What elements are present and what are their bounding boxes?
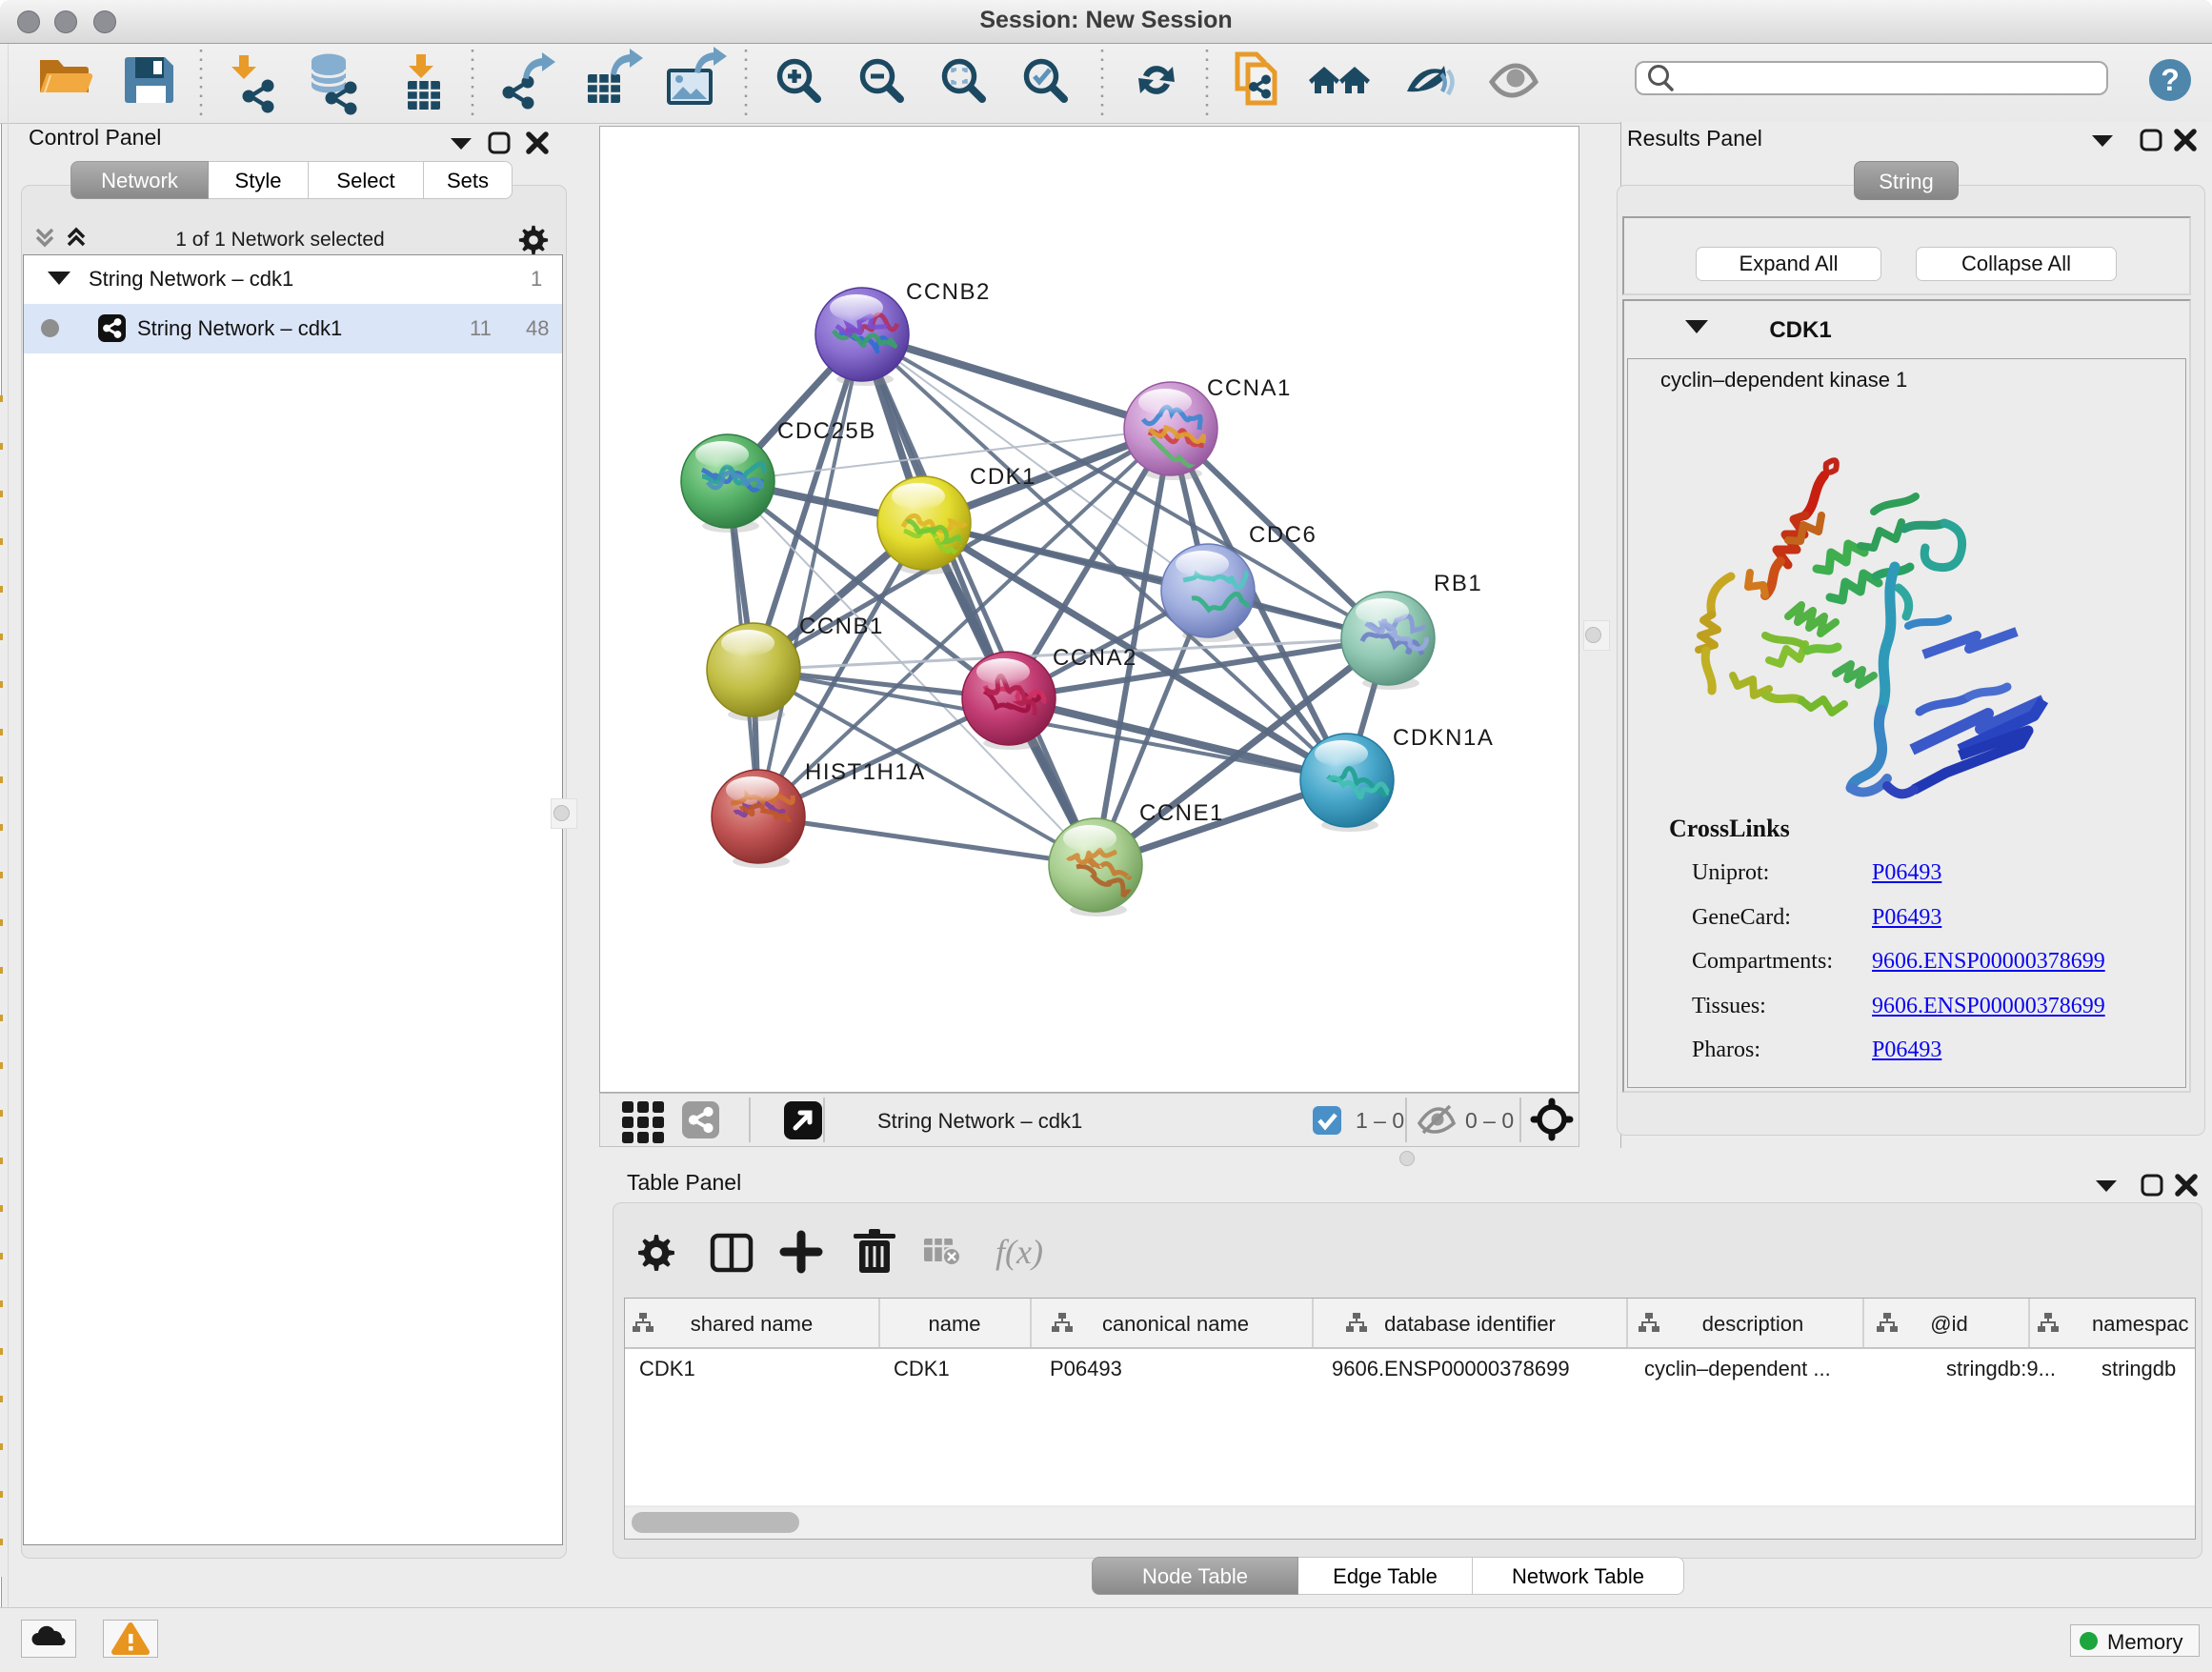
- svg-text:cyclin–dependent ...: cyclin–dependent ...: [1644, 1357, 1831, 1380]
- svg-text:1 – 0: 1 – 0: [1356, 1108, 1404, 1133]
- svg-text:HIST1H1A: HIST1H1A: [805, 759, 926, 785]
- svg-text:description: description: [1702, 1312, 1803, 1336]
- svg-text:canonical name: canonical name: [1102, 1312, 1249, 1336]
- svg-text:CCNA2: CCNA2: [1053, 645, 1137, 671]
- svg-text:CDC25B: CDC25B: [777, 418, 876, 444]
- svg-text:CCNA1: CCNA1: [1207, 375, 1292, 401]
- svg-text:String Network – cdk1: String Network – cdk1: [877, 1109, 1082, 1133]
- svg-text:CDK1: CDK1: [894, 1357, 950, 1380]
- svg-text:RB1: RB1: [1434, 571, 1482, 596]
- svg-text:CDK1: CDK1: [639, 1357, 695, 1380]
- svg-text:shared name: shared name: [691, 1312, 813, 1336]
- svg-text:stringdb:9...: stringdb:9...: [1946, 1357, 2056, 1380]
- svg-text:CDKN1A: CDKN1A: [1393, 725, 1494, 751]
- svg-text:P06493: P06493: [1050, 1357, 1122, 1380]
- svg-text:CCNB2: CCNB2: [906, 279, 991, 305]
- svg-text:f(x): f(x): [995, 1233, 1043, 1271]
- svg-text:name: name: [928, 1312, 980, 1336]
- svg-text:namespac: namespac: [2092, 1312, 2189, 1336]
- svg-text:0 – 0: 0 – 0: [1465, 1108, 1514, 1133]
- svg-text:?: ?: [2161, 63, 2180, 97]
- svg-text:CDK1: CDK1: [970, 464, 1036, 490]
- svg-text:stringdb: stringdb: [2101, 1357, 2176, 1380]
- svg-text:@id: @id: [1930, 1312, 1967, 1336]
- svg-text:CDC6: CDC6: [1249, 522, 1317, 548]
- svg-text:9606.ENSP00000378699: 9606.ENSP00000378699: [1332, 1357, 1570, 1380]
- svg-text:CCNE1: CCNE1: [1139, 800, 1224, 826]
- svg-text:CCNB1: CCNB1: [799, 614, 884, 639]
- svg-text:database identifier: database identifier: [1384, 1312, 1556, 1336]
